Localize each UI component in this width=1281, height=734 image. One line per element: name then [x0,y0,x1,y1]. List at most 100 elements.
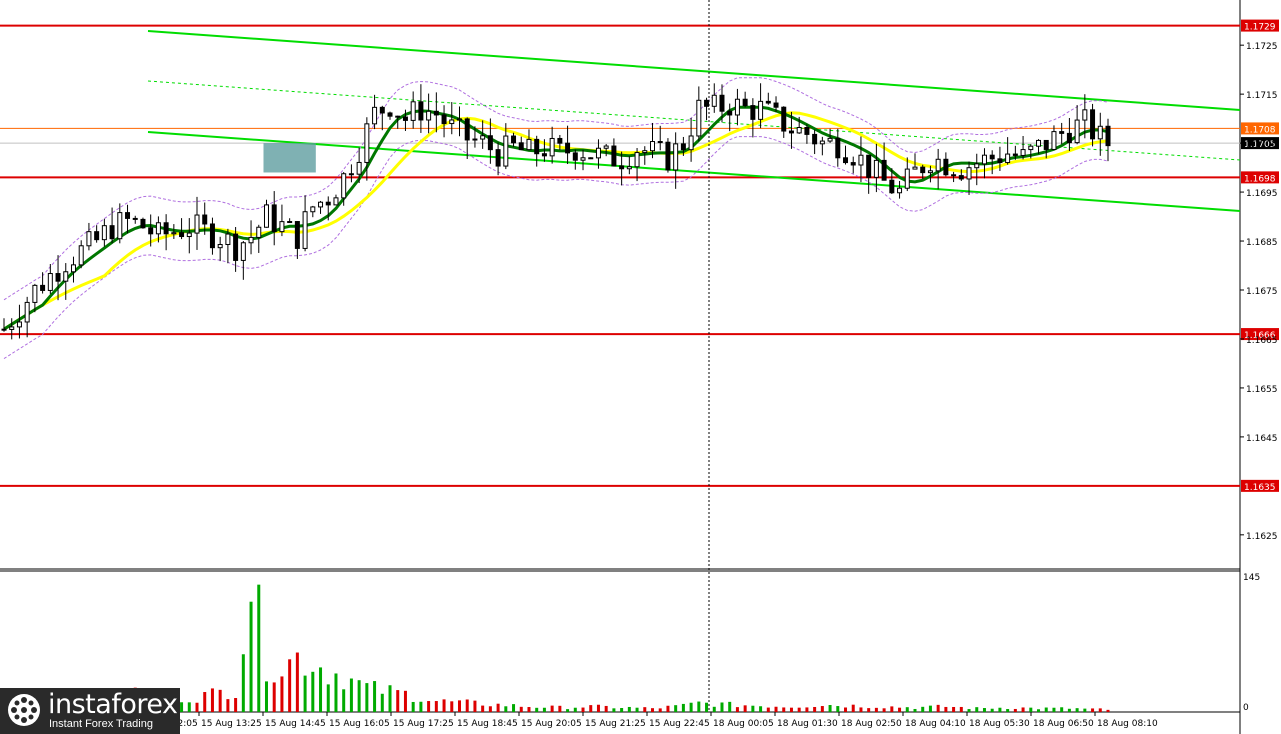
volume-bar [751,705,755,712]
candle-body [734,98,740,116]
volume-bar [1029,707,1033,712]
volume-bar [627,706,631,712]
candle-body [580,157,586,161]
volume-bar [241,654,245,712]
candle-body [287,221,293,224]
volume-bar [712,706,716,712]
candle-body [850,162,856,166]
volume-bar [488,706,492,712]
candle-body [418,101,424,121]
level-label: 1.1698 [1244,174,1276,184]
volume-bar [542,707,546,712]
candle-body [788,130,794,134]
volume-bar [1006,709,1010,712]
volume-bar [573,707,577,712]
price-tick-label: 1.1625 [1246,532,1278,542]
volume-bar [234,698,238,712]
volume-bar [898,707,902,712]
volume-bar [705,702,709,712]
candle-body [1066,132,1072,144]
candle-body [279,221,285,233]
candle-body [1059,131,1065,134]
candle-body [943,158,949,176]
volume-bar [442,699,446,712]
candle-body [765,100,771,104]
time-tick-label: 15 Aug 17:25 [393,719,454,729]
highlight-zone [263,143,316,173]
candle-body [873,159,879,178]
volume-bar [728,701,732,712]
volume-bar [905,707,909,712]
candle-body [866,154,872,178]
volume-bar [859,707,863,712]
volume-bar [759,706,763,712]
candle-body [1082,109,1088,121]
candle-body [163,222,169,235]
candle-body [464,118,470,141]
volume-bar [496,703,500,712]
time-tick-label: 15 Aug 21:25 [585,719,646,729]
price-tick-label: 1.1705 [1246,140,1278,150]
candle-body [40,284,46,291]
candle-body [642,150,648,154]
candle-body [989,154,995,160]
candle-body [209,223,215,249]
volume-bar [789,707,793,712]
volume-bar [589,705,593,712]
volume-bar [1106,709,1110,712]
volume-bar [813,706,817,712]
volume-bar [373,681,377,712]
volume-bar [396,690,400,712]
candle-body [240,242,246,261]
volume-bar [349,678,353,712]
volume-bar [952,706,956,712]
candle-body [132,217,138,220]
volume-bar [195,702,199,712]
volume-bar [218,689,222,712]
price-tick-label: 1.1675 [1246,287,1278,297]
candle-body [487,135,493,151]
candle-body [827,137,833,142]
candle-body [1020,149,1026,156]
level-label: 1.1708 [1244,125,1276,135]
candle-body [634,152,640,168]
candle-body [534,138,540,155]
volume-bar [658,708,662,712]
volume-bar [735,707,739,712]
candle-body [1005,153,1011,164]
volume-bar [1083,708,1087,712]
candle-body [966,167,972,180]
volume-bar [944,706,948,712]
candle-body [557,137,563,144]
price-axis: 1.1725 1.1715 1.1705 1.1695 1.1685 1.1675 1.16… [1240,42,1278,542]
volume-bar [403,690,407,712]
time-tick-label: 18 Aug 08:10 [1097,719,1158,729]
candle-body [47,273,53,291]
volume-bar [651,708,655,712]
candle-body [897,187,903,194]
price-tick-label: 1.1665 [1246,336,1278,346]
candle-body [379,106,385,114]
candle-body [63,271,69,282]
volume-bar [380,693,384,712]
candle-body [1028,145,1034,151]
volume-bar [264,681,268,712]
volume-bar [874,707,878,712]
volume-bar [319,667,323,712]
candle-body [364,123,370,163]
volume-bar [913,708,917,712]
volume-bar [967,709,971,712]
volume-bar [820,706,824,712]
brand-tagline: Instant Forex Trading [49,718,153,730]
volume-bar [1013,708,1017,712]
volume-bar [697,701,701,712]
volume-bar [427,701,431,712]
volume-bar [365,683,369,712]
candle-body [256,226,262,238]
candle-body [595,147,601,159]
candle-body [263,204,269,228]
price-tick-label: 1.1655 [1246,385,1278,395]
candle-body [480,135,486,140]
volume-bar [867,708,871,712]
candle-body [125,212,131,219]
